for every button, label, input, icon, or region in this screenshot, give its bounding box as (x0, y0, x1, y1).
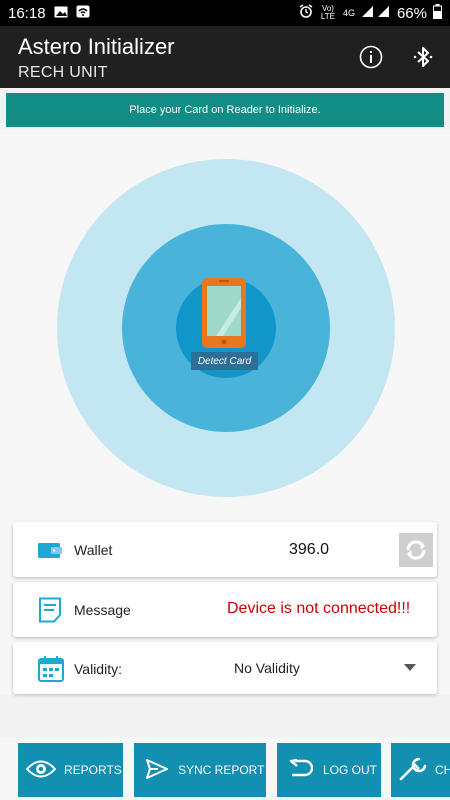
reports-button[interactable]: REPORTS (18, 743, 123, 797)
wallet-value: 396.0 (289, 541, 330, 558)
return-arrow-icon (287, 758, 314, 783)
sync-report-label: SYNC REPORT (178, 763, 265, 777)
app-title: Astero Initializer (18, 34, 175, 59)
instruction-banner: Place your Card on Reader to Initialize. (6, 93, 444, 127)
info-icon[interactable] (359, 45, 383, 69)
wallet-icon (38, 541, 62, 564)
calendar-icon (38, 656, 64, 687)
message-label: Message (74, 602, 131, 618)
phone-card-icon (202, 278, 246, 348)
bluetooth-icon[interactable] (410, 44, 436, 70)
signal-bars-icon (361, 5, 391, 22)
log-out-button[interactable]: LOG OUT (277, 743, 381, 797)
alarm-icon (299, 4, 313, 22)
network-label: Vo) LTE (320, 4, 335, 21)
card-reader-radar[interactable] (56, 158, 396, 498)
detect-card-label: Detect Card (191, 352, 258, 370)
image-icon (54, 5, 68, 22)
chevron-down-icon[interactable] (404, 664, 416, 671)
wrench-icon (399, 757, 429, 784)
message-icon (38, 597, 62, 628)
status-bar: 16:18 Vo) LTE 4G 66% (0, 0, 450, 26)
validity-card[interactable]: Validity: No Validity (13, 642, 437, 694)
sync-report-button[interactable]: SYNC REPORT (134, 743, 266, 797)
wifi-signal-icon (76, 5, 90, 22)
message-card: Message Device is not connected!!! (13, 582, 437, 637)
validity-label: Validity: (74, 661, 122, 677)
message-value: Device is not connected!!! (227, 600, 411, 617)
refresh-icon (399, 540, 433, 571)
send-icon (146, 758, 168, 782)
refresh-button[interactable] (399, 533, 433, 567)
log-out-label: LOG OUT (323, 763, 378, 777)
battery-percent: 66% (396, 4, 427, 22)
wallet-card: Wallet 396.0 (13, 522, 437, 577)
status-time: 16:18 (8, 4, 46, 22)
network-type: 4G (342, 8, 355, 18)
eye-icon (25, 759, 57, 782)
validity-value: No Validity (234, 660, 300, 676)
reports-label: REPORTS (64, 763, 122, 777)
app-subtitle: RECH UNIT (18, 64, 108, 81)
battery-icon (433, 3, 442, 23)
wallet-label: Wallet (74, 542, 113, 558)
change-button[interactable]: CH (391, 743, 450, 797)
change-label: CH (435, 763, 450, 777)
